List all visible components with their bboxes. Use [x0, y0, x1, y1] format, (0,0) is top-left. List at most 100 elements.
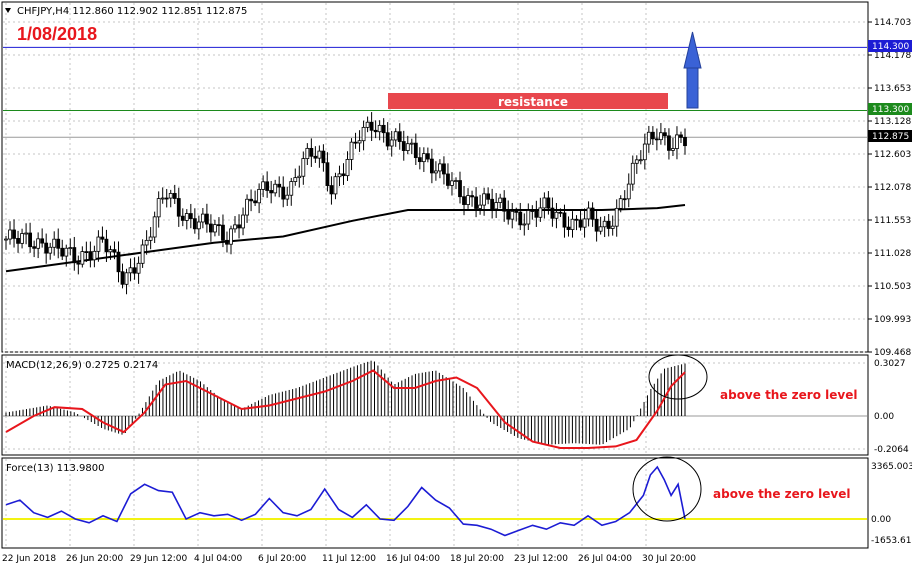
candle-body: [538, 207, 543, 218]
candle-body: [225, 239, 229, 245]
candle-body: [377, 124, 382, 133]
candle-body: [209, 223, 213, 233]
candle-body: [413, 142, 418, 159]
candle-body: [590, 207, 595, 220]
candle-body: [438, 163, 442, 172]
candle-body: [478, 204, 482, 209]
x-tick-label: 29 Jun 12:00: [130, 554, 187, 564]
candle-body: [273, 183, 278, 194]
candle-body: [104, 238, 109, 253]
y-tick-label: 112.603: [874, 150, 911, 160]
candle-body: [196, 221, 201, 230]
candle-body: [490, 198, 495, 210]
candle-body: [168, 193, 173, 199]
x-tick-label: 26 Jul 04:00: [578, 554, 632, 564]
candle-body: [237, 224, 241, 229]
candle-body: [683, 137, 687, 147]
candle-body: [663, 132, 667, 137]
candle-body: [40, 238, 45, 244]
candle-body: [261, 181, 266, 190]
candle-body: [345, 158, 350, 177]
candle-body: [16, 238, 20, 244]
candle-body: [213, 224, 217, 233]
candle-body: [184, 213, 189, 221]
candle-body: [594, 218, 599, 232]
candle-body: [667, 135, 671, 151]
candle-body: [554, 211, 559, 219]
candle-body: [429, 158, 434, 174]
candle-body: [76, 262, 81, 265]
candle-body: [405, 143, 410, 151]
candle-body: [192, 218, 197, 230]
candle-body: [204, 213, 209, 225]
candle-body: [221, 224, 225, 241]
candle-body: [172, 193, 177, 199]
candle-body: [421, 153, 426, 163]
candle-body: [24, 232, 28, 235]
macd-tick-label: 0.3027: [874, 359, 906, 369]
candle-body: [333, 176, 338, 195]
candle-body: [522, 223, 527, 226]
candle-body: [217, 224, 221, 227]
price-chart: 22 Jun 2018 26 Jun 20:00 29 Jun 12:00 4 Jul…: [1, 1, 912, 564]
candle-body: [446, 173, 450, 186]
candle-body: [357, 140, 362, 144]
candle-body: [321, 150, 326, 164]
candle-body: [562, 212, 567, 228]
candle-body: [506, 210, 511, 220]
macd-note: above the zero level: [720, 388, 857, 402]
candle-body: [454, 180, 458, 182]
candle-body: [634, 159, 639, 164]
candle-body: [36, 238, 41, 249]
level-114300-label: 114.300: [872, 42, 909, 52]
candle-body: [566, 226, 571, 230]
candle-body: [598, 226, 603, 232]
candle-body: [550, 207, 555, 219]
candle-body: [28, 232, 33, 248]
candle-body: [349, 141, 354, 160]
candle-body: [317, 150, 322, 159]
chart-window: 22 Jun 2018 26 Jun 20:00 29 Jun 12:00 4 Jul…: [0, 0, 912, 569]
candle-body: [301, 158, 306, 177]
candle-body: [369, 121, 374, 131]
candle-body: [373, 129, 378, 133]
candle-body: [96, 236, 101, 252]
candle-body: [144, 239, 149, 246]
candle-body: [200, 213, 205, 223]
candle-body: [8, 229, 12, 240]
x-tick-label: 4 Jul 04:00: [194, 554, 243, 564]
force-title: Force(13) 113.9800: [6, 463, 104, 474]
candle-body: [514, 210, 519, 213]
candle-body: [128, 267, 133, 274]
candle-body: [458, 180, 462, 198]
candle-body: [466, 195, 470, 205]
candle-body: [329, 185, 334, 195]
candle-body: [409, 142, 414, 145]
candle-body: [253, 200, 258, 204]
candle-body: [486, 193, 491, 200]
candle-body: [558, 211, 563, 214]
candle-body: [176, 198, 181, 217]
x-tick-label: 11 Jul 12:00: [322, 554, 376, 564]
y-tick-label: 112.078: [874, 183, 911, 193]
candle-body: [305, 147, 310, 160]
candle-body: [160, 197, 165, 200]
candle-body: [610, 225, 615, 229]
x-tick-label: 26 Jun 20:00: [66, 554, 123, 564]
candle-body: [152, 216, 157, 238]
candle-body: [277, 183, 282, 188]
candle-body: [293, 177, 298, 182]
candle-body: [72, 247, 77, 264]
candle-body: [646, 131, 651, 145]
y-tick-label: 113.128: [874, 117, 911, 127]
y-tick-label: 109.993: [874, 315, 911, 325]
macd-title: MACD(12,26,9) 0.2725 0.2174: [6, 360, 158, 371]
candle-body: [56, 238, 61, 249]
candle-body: [132, 267, 137, 274]
candle-body: [289, 181, 294, 196]
macd-tick-label: 0.00: [874, 412, 894, 422]
candle-body: [124, 272, 129, 285]
candle-body: [534, 210, 539, 218]
candle-body: [622, 198, 627, 201]
force-note: above the zero level: [713, 487, 850, 501]
